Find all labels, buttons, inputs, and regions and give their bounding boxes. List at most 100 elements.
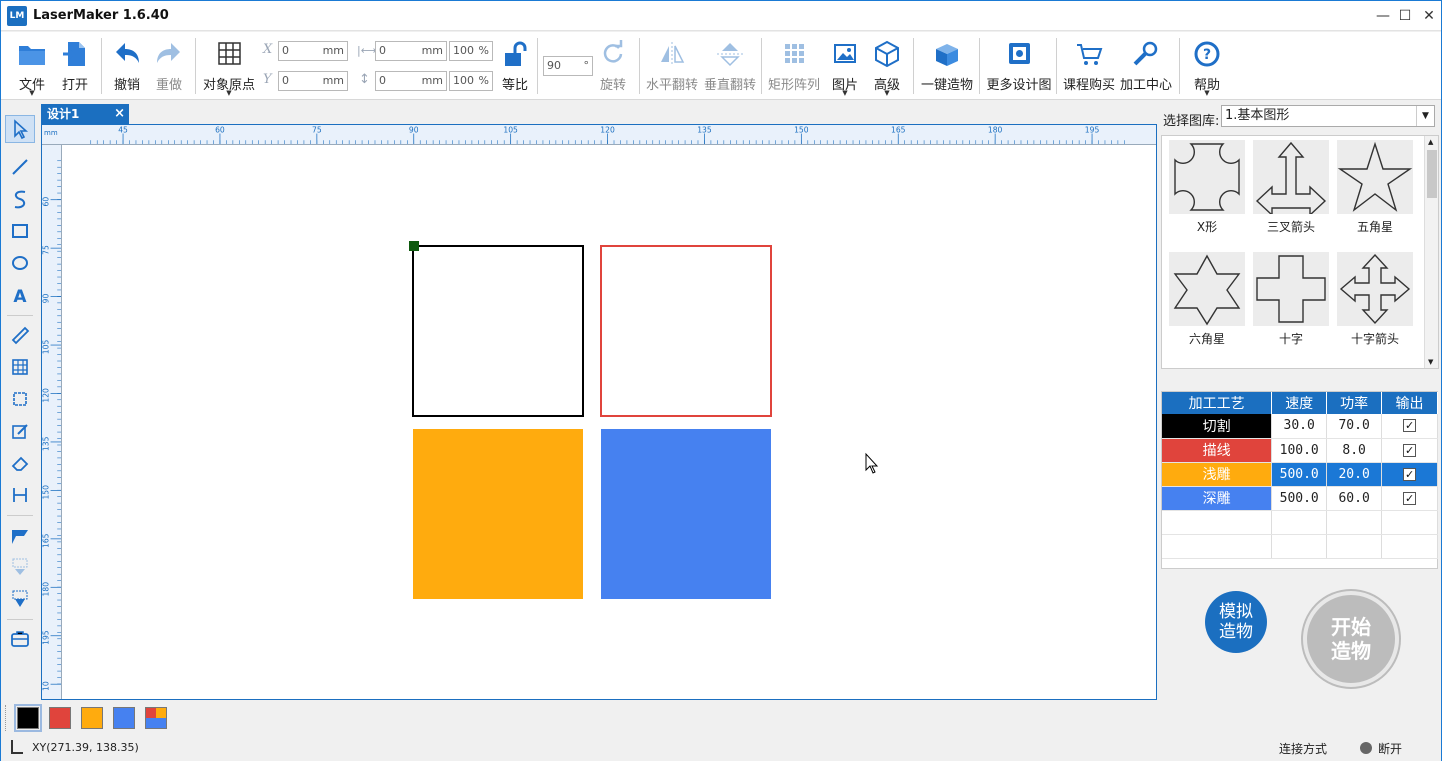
scrollbar-thumb[interactable]	[1427, 150, 1437, 198]
output-checkbox[interactable]: ✓	[1403, 491, 1417, 505]
x-position-field[interactable]: 0 mm	[278, 41, 348, 61]
speed-cell[interactable]: 500.0	[1271, 462, 1328, 487]
power-cell[interactable]: 70.0	[1326, 414, 1383, 439]
swatch-orange[interactable]	[81, 707, 103, 729]
process-name[interactable]: 描线	[1162, 438, 1273, 463]
gallery-item-cross-arrow[interactable]: 十字箭头	[1336, 250, 1414, 356]
redo-button[interactable]: 重做	[149, 36, 189, 96]
process-name[interactable]: 深雕	[1162, 486, 1273, 511]
aspect-ratio-button[interactable]: 等比	[497, 36, 533, 96]
table-row[interactable]: 深雕 500.0 60.0 ✓	[1162, 486, 1438, 511]
one-click-make-button[interactable]: 一键造物	[919, 36, 975, 96]
start-make-button[interactable]: 开始 造物	[1303, 591, 1399, 687]
table-row[interactable]: 描线 100.0 8.0 ✓	[1162, 438, 1438, 463]
eraser-tool[interactable]	[5, 449, 35, 477]
swatch-black[interactable]	[14, 704, 42, 732]
library-label: 选择图库:	[1163, 114, 1220, 129]
distance-tool[interactable]	[5, 481, 35, 509]
tab-design-1[interactable]: 设计1 ×	[41, 104, 129, 124]
table-row-selected[interactable]: 浅雕 500.0 20.0 ✓	[1162, 462, 1438, 487]
close-icon[interactable]: ✕	[1417, 4, 1441, 28]
rotation-angle-field[interactable]: 90 °	[543, 56, 593, 76]
vflip-label: 垂直翻转	[703, 78, 756, 93]
process-name[interactable]: 切割	[1162, 414, 1273, 439]
gallery-item-five-point-star[interactable]: 五角星	[1336, 138, 1414, 244]
processing-center-button[interactable]: 加工中心	[1119, 36, 1173, 96]
image-button[interactable]: 图片 ▼	[827, 36, 863, 97]
layer-bottom-tool[interactable]	[5, 585, 35, 613]
file-button[interactable]: 文件 ▼	[11, 36, 53, 97]
layer-down-tool[interactable]	[5, 553, 35, 581]
scroll-down-icon[interactable]: ▼	[1428, 358, 1433, 366]
output-checkbox[interactable]: ✓	[1403, 443, 1417, 457]
output-checkbox[interactable]: ✓	[1403, 467, 1417, 481]
height-field[interactable]: 0 mm	[375, 71, 447, 91]
toolbar-separator	[195, 38, 196, 94]
help-button[interactable]: ? 帮助 ▼	[1187, 36, 1227, 97]
ellipse-tool[interactable]	[5, 249, 35, 277]
power-cell[interactable]: 8.0	[1326, 438, 1383, 463]
fill-tool[interactable]	[5, 521, 35, 549]
gallery-item-x-shape[interactable]: X形	[1168, 138, 1246, 244]
width-percent-field[interactable]: 100%	[449, 41, 493, 61]
deep-engrave-square[interactable]	[601, 429, 771, 599]
rectangle-tool[interactable]	[5, 217, 35, 245]
rect-array-button[interactable]: 矩形阵列	[767, 36, 821, 96]
edit-node-tool[interactable]	[5, 417, 35, 445]
course-purchase-button[interactable]: 课程购买	[1061, 36, 1117, 96]
gallery-item-six-point-star[interactable]: 六角星	[1168, 250, 1246, 356]
width-field[interactable]: 0 mm	[375, 41, 447, 61]
select-tool[interactable]	[5, 115, 35, 143]
power-cell[interactable]: 20.0	[1326, 462, 1383, 487]
rotate-button[interactable]: 旋转	[595, 36, 631, 96]
power-cell[interactable]: 60.0	[1326, 486, 1383, 511]
shallow-engrave-square[interactable]	[413, 429, 583, 599]
drawing-area[interactable]	[63, 146, 1156, 699]
text-tool[interactable]: A	[5, 281, 35, 309]
simulate-label-line1: 模拟	[1219, 602, 1253, 622]
process-name[interactable]: 浅雕	[1162, 462, 1273, 487]
tab-close-icon[interactable]: ×	[114, 104, 125, 124]
output-checkbox[interactable]: ✓	[1403, 419, 1417, 433]
curve-tool[interactable]	[5, 185, 35, 213]
speed-cell[interactable]: 500.0	[1271, 486, 1328, 511]
status-bar: XY(271.39, 138.35) 连接方式 断开	[1, 735, 1441, 761]
height-percent-field[interactable]: 100%	[449, 71, 493, 91]
gallery-scrollbar[interactable]: ▲ ▼	[1424, 136, 1438, 368]
y-position-field[interactable]: 0 mm	[278, 71, 348, 91]
vertical-flip-button[interactable]: 垂直翻转	[703, 36, 757, 96]
simulate-make-button[interactable]: 模拟 造物	[1205, 591, 1267, 653]
gallery-item-cross[interactable]: 十字	[1252, 250, 1330, 356]
cut-square[interactable]	[412, 245, 584, 417]
x-shape-icon	[1174, 143, 1240, 211]
gallery-item-three-way-arrow[interactable]: 三叉箭头	[1252, 138, 1330, 244]
speed-cell[interactable]: 100.0	[1271, 438, 1328, 463]
swatch-multi[interactable]	[145, 707, 167, 729]
table-row[interactable]: 切割 30.0 70.0 ✓	[1162, 414, 1438, 439]
object-origin-button[interactable]: 对象原点 ▼	[201, 36, 257, 97]
speed-cell[interactable]: 30.0	[1271, 414, 1328, 439]
swatch-blue[interactable]	[113, 707, 135, 729]
advanced-button[interactable]: 高级 ▼	[867, 36, 907, 97]
frame-tool[interactable]	[5, 385, 35, 413]
line-square[interactable]	[600, 245, 772, 417]
horizontal-flip-button[interactable]: 水平翻转	[645, 36, 699, 96]
selection-handle[interactable]	[409, 241, 419, 251]
ruler-tick-label: 195	[1085, 126, 1100, 135]
table-tool[interactable]	[5, 353, 35, 381]
maximize-icon[interactable]: ☐	[1393, 4, 1417, 28]
more-designs-button[interactable]: 更多设计图	[985, 36, 1053, 96]
open-button[interactable]: 打开	[55, 36, 95, 96]
swatch-red[interactable]	[49, 707, 71, 729]
hflip-label: 水平翻转	[645, 78, 698, 93]
connection-mode-label[interactable]: 连接方式	[1279, 740, 1327, 757]
scroll-up-icon[interactable]: ▲	[1428, 138, 1433, 146]
left-tool-palette: A	[1, 101, 39, 701]
line-tool[interactable]	[5, 153, 35, 181]
measure-tool[interactable]	[5, 321, 35, 349]
undo-button[interactable]: 撤销	[107, 36, 147, 96]
minimize-icon[interactable]: —	[1371, 4, 1395, 28]
toolbar-separator	[979, 38, 980, 94]
toolbox-tool[interactable]	[5, 625, 35, 653]
library-select[interactable]: 1.基本图形 ▼	[1221, 105, 1435, 127]
